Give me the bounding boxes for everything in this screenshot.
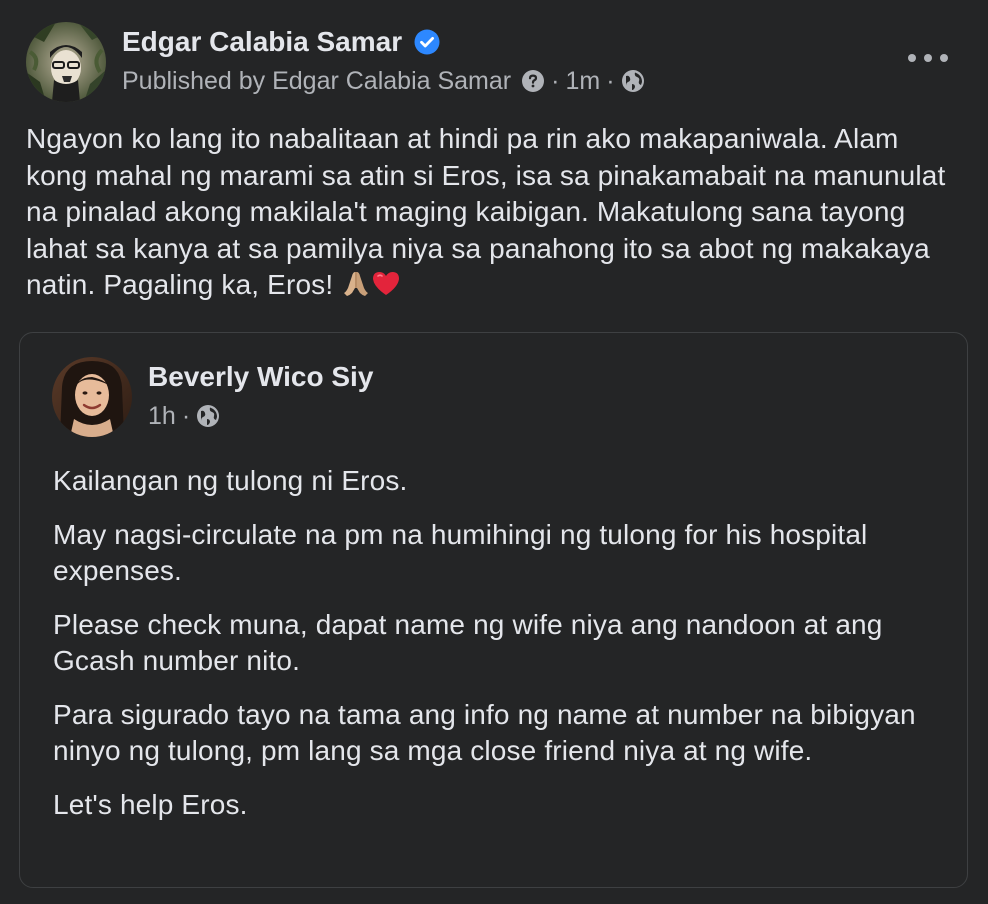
- shared-paragraph: Para sigurado tayo na tama ang info ng n…: [53, 698, 916, 767]
- shared-paragraph: Kailangan ng tulong ni Eros.: [53, 465, 408, 496]
- more-options-icon[interactable]: [908, 46, 948, 70]
- shared-author-avatar-image: [52, 357, 132, 437]
- author-avatar[interactable]: [26, 22, 106, 102]
- more-dot: [908, 54, 916, 62]
- meta-separator: ·: [606, 67, 615, 95]
- shared-author-name[interactable]: Beverly Wico Siy: [148, 361, 373, 393]
- globe-icon: [621, 69, 645, 93]
- shared-paragraph: Let's help Eros.: [53, 788, 248, 820]
- author-name-text[interactable]: Edgar Calabia Samar: [122, 26, 402, 58]
- shared-paragraph: May nagsi-circulate na pm na humihingi n…: [53, 518, 868, 587]
- author-name[interactable]: Edgar Calabia Samar: [122, 26, 440, 58]
- author-avatar-image: [26, 22, 106, 102]
- shared-post-meta: 1h ·: [148, 401, 220, 431]
- post-text: Ngayon ko lang ito nabalitaan at hindi p…: [26, 121, 966, 308]
- post-card: Edgar Calabia Samar Published by Edgar C…: [0, 0, 988, 904]
- meta-separator: ·: [551, 67, 560, 95]
- shared-post-text: Kailangan ng tulong ni Eros. May nagsi-c…: [53, 463, 953, 840]
- post-meta: Published by Edgar Calabia Samar · 1m ·: [122, 66, 645, 96]
- shared-post[interactable]: Beverly Wico Siy 1h · Kailangan ng tulon…: [19, 332, 968, 888]
- shared-paragraph: Please check muna, dapat name ng wife ni…: [53, 608, 883, 677]
- verified-badge-icon: [414, 29, 440, 55]
- question-icon[interactable]: [521, 69, 545, 93]
- globe-icon: [196, 404, 220, 428]
- more-dot: [924, 54, 932, 62]
- post-time[interactable]: 1m: [565, 66, 600, 96]
- published-by-label: Published by Edgar Calabia Samar: [122, 67, 512, 95]
- red-heart-icon: [371, 268, 401, 308]
- shared-author-avatar[interactable]: [52, 357, 132, 437]
- post-text-content: Ngayon ko lang ito nabalitaan at hindi p…: [26, 123, 946, 300]
- shared-post-time[interactable]: 1h: [148, 401, 176, 431]
- folded-hands-icon: [341, 268, 371, 308]
- meta-separator: ·: [181, 402, 191, 430]
- more-dot: [940, 54, 948, 62]
